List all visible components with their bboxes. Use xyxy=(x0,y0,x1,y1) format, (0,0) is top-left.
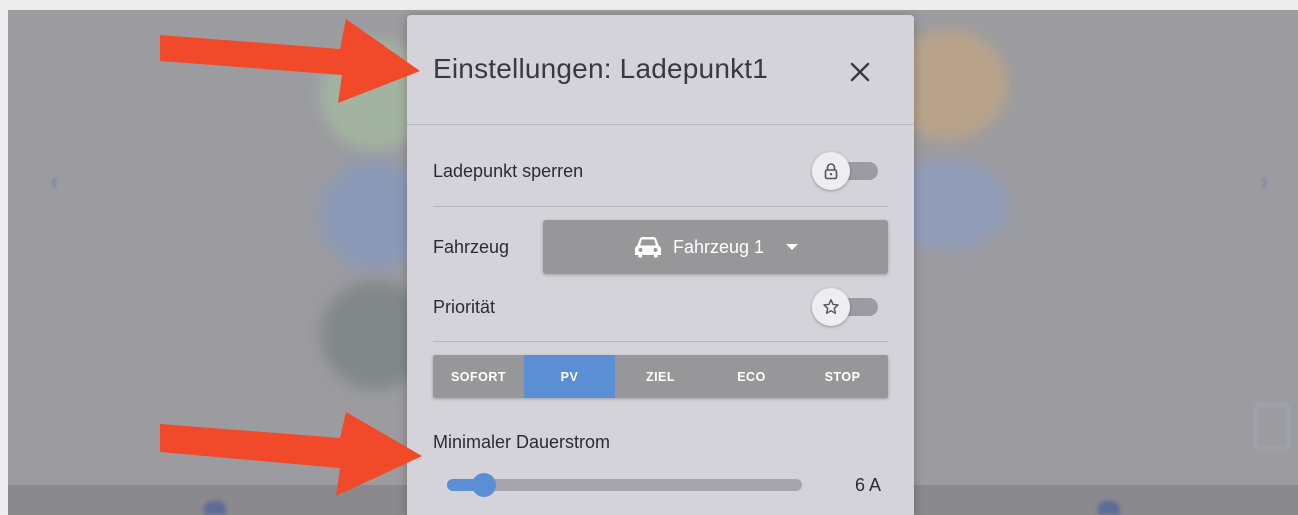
dialog-title: Einstellungen: Ladepunkt1 xyxy=(433,53,769,84)
slider-thumb[interactable] xyxy=(472,473,496,497)
car-icon xyxy=(634,237,661,258)
mode-stop-button[interactable]: STOP xyxy=(797,355,888,398)
dialog-header: Einstellungen: Ladepunkt1 xyxy=(407,15,914,125)
lock-icon xyxy=(824,163,838,180)
settings-dialog: Einstellungen: Ladepunkt1 Ladepunkt sper… xyxy=(407,15,914,515)
background-widget xyxy=(1254,404,1290,450)
lock-label: Ladepunkt sperren xyxy=(433,161,584,181)
vehicle-select[interactable]: Fahrzeug 1 xyxy=(543,220,888,274)
mode-eco-button[interactable]: ECO xyxy=(706,355,797,398)
charge-mode-selector: SOFORT PV ZIEL ECO STOP xyxy=(433,355,888,398)
chevron-right-icon: › xyxy=(1260,166,1269,196)
min-current-value: 6 A xyxy=(855,475,882,495)
priority-label: Priorität xyxy=(433,297,496,317)
background-nav-icon xyxy=(204,501,226,515)
annotation-arrow-bottom xyxy=(160,412,422,496)
mode-sofort-button[interactable]: SOFORT xyxy=(433,355,524,398)
divider xyxy=(433,341,888,342)
background-nav-icon xyxy=(1098,501,1120,515)
min-current-label: Minimaler Dauerstrom xyxy=(433,432,611,452)
close-button[interactable] xyxy=(845,57,875,87)
annotation-arrow-top xyxy=(160,19,420,103)
divider xyxy=(433,206,888,207)
vehicle-label: Fahrzeug xyxy=(433,237,510,257)
toggle-knob xyxy=(812,288,850,326)
lock-toggle[interactable] xyxy=(810,151,880,191)
vehicle-select-value: Fahrzeug 1 xyxy=(672,236,765,257)
toggle-knob xyxy=(812,152,850,190)
star-icon xyxy=(823,299,839,314)
mode-pv-button[interactable]: PV xyxy=(524,355,615,398)
priority-toggle[interactable] xyxy=(810,287,880,327)
close-icon xyxy=(850,62,870,82)
min-current-slider[interactable] xyxy=(447,473,802,497)
chevron-left-icon: ‹ xyxy=(50,166,59,196)
chevron-down-icon xyxy=(786,244,799,250)
mode-ziel-button[interactable]: ZIEL xyxy=(615,355,706,398)
